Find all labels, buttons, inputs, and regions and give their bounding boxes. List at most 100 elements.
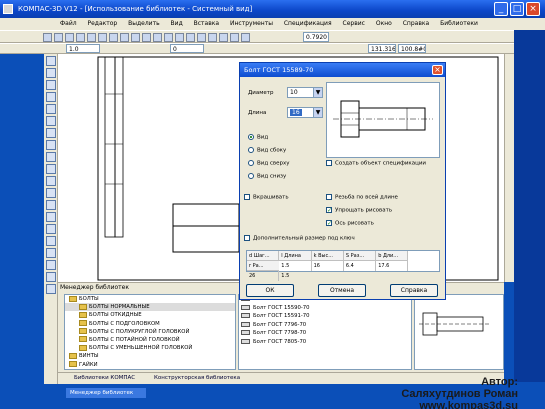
library-tree[interactable]: БОЛТЫ БОЛТЫ НОРМАЛЬНЫЕ БОЛТЫ ОТКИДНЫЕ БО… [64,294,236,370]
cancel-button[interactable]: Отмена [318,284,366,297]
parameters-table[interactable]: d Шаг... l Длина k Выс... S Раз... b Дли… [246,250,440,281]
tree-item[interactable]: БОЛТЫ С ПОЛУКРУГЛОЙ ГОЛОВКОЙ [65,328,235,336]
designations-icon[interactable] [46,80,56,90]
create-spec-checkbox[interactable]: Создать объект спецификации [326,160,426,167]
layer-field[interactable]: 1.0 [66,44,100,53]
dialog-close-button[interactable]: × [432,65,443,75]
polyline-icon[interactable] [46,272,56,282]
tree-item[interactable]: БОЛТЫ С ПОТАЙНОЙ ГОЛОВКОЙ [65,336,235,344]
view-option[interactable]: Вид сверху [248,160,290,167]
parametrization-icon[interactable] [46,104,56,114]
list-item[interactable]: Болт ГОСТ 15591-70 [239,312,411,321]
maximize-button[interactable]: □ [510,2,524,16]
open-icon[interactable] [53,33,63,42]
arc-icon[interactable] [46,212,56,222]
text-icon[interactable] [46,188,56,198]
coord-y-field[interactable]: 100.8#0 [398,44,426,53]
menu-file[interactable]: Файл [60,20,77,27]
menu-service[interactable]: Сервис [343,20,365,27]
library-items-list[interactable]: Болт ГОСТ 15589-70 Болт ГОСТ 15590-70 Бо… [238,294,412,370]
tree-item[interactable]: БОЛТЫ ОТКИДНЫЕ [65,311,235,319]
tighten-checkbox[interactable]: Вкрашивать [244,194,289,201]
reports-icon[interactable] [46,152,56,162]
menu-edit[interactable]: Редактор [88,20,118,27]
new-icon[interactable] [42,33,52,42]
library-icon[interactable] [163,33,173,42]
pan-icon[interactable] [240,33,250,42]
refresh-icon[interactable] [196,33,206,42]
zoom-window-icon[interactable] [229,33,239,42]
zoom-out-icon[interactable] [218,33,228,42]
axis-checkbox[interactable]: ✓ Ось рисовать [326,220,374,227]
tree-item[interactable]: БОЛТЫ С УМЕНЬШЕННОЙ ГОЛОВКОЙ [65,344,235,352]
length-combo[interactable]: 16 ▼ [287,107,323,118]
properties-icon[interactable] [152,33,162,42]
cut-icon[interactable] [86,33,96,42]
tree-item-selected[interactable]: БОЛТЫ НОРМАЛЬНЫЕ [65,303,235,312]
circle-icon[interactable] [46,224,56,234]
dimensions-icon[interactable] [46,68,56,78]
table-cell[interactable]: 6.4 [344,261,377,271]
undo-icon[interactable] [119,33,129,42]
save-icon[interactable] [64,33,74,42]
style-field[interactable]: 0 [170,44,204,53]
zoom-field[interactable]: 0.7920 [303,32,329,42]
minimize-button[interactable]: _ [494,2,508,16]
geometry-icon[interactable] [46,56,56,66]
view-option[interactable]: Вид сбоку [248,147,286,154]
print-icon[interactable] [75,33,85,42]
view-option[interactable]: Вид [248,134,268,141]
list-item[interactable]: Болт ГОСТ 7805-70 [239,338,411,347]
thread-checkbox[interactable]: Резьба по всей длине [326,194,398,201]
library-manager-taskbar-tab[interactable]: Менеджер библиотек [66,388,146,398]
table-cell[interactable]: 26 [247,271,280,281]
list-item[interactable]: Болт ГОСТ 15590-70 [239,304,411,313]
rect-icon[interactable] [46,284,56,294]
tree-item[interactable]: БОЛТЫ [65,295,235,303]
menu-view[interactable]: Вид [171,20,183,27]
layers-icon[interactable] [141,33,151,42]
hatch-icon[interactable] [46,176,56,186]
table-cell[interactable]: 1.5 [279,261,312,271]
view-option[interactable]: Вид снизу [248,173,286,180]
measure-icon[interactable] [46,116,56,126]
menu-window[interactable]: Окно [376,20,392,27]
table-cell[interactable]: 17.6 [376,261,409,271]
extra-size-checkbox[interactable]: Дополнительный размер под ключ [244,235,355,242]
line-icon[interactable] [46,236,56,246]
coord-x-field[interactable]: 131.316 [368,44,396,53]
help-button[interactable]: Справка [390,284,438,297]
menu-help[interactable]: Справка [403,20,429,27]
menu-tools[interactable]: Инструменты [230,20,273,27]
menu-libraries[interactable]: Библиотеки [440,20,478,27]
redo-icon[interactable] [130,33,140,42]
tree-item[interactable]: ВИНТЫ [65,352,235,360]
select-icon[interactable] [46,128,56,138]
list-item[interactable]: Болт ГОСТ 7796-70 [239,321,411,330]
table-cell[interactable]: 16 [312,261,344,271]
tree-item[interactable]: БОЛТЫ С ПОДГОЛОВКОМ [65,320,235,328]
spec-icon[interactable] [46,140,56,150]
tab-design-library[interactable]: Конструкторская библиотека [144,374,244,383]
table-icon[interactable] [46,200,56,210]
diameter-combo[interactable]: 10 ▼ [287,87,323,98]
menu-specification[interactable]: Спецификация [284,20,332,27]
list-item[interactable]: Болт ГОСТ 7798-70 [239,329,411,338]
help-icon[interactable] [185,33,195,42]
ok-button[interactable]: ОК [246,284,294,297]
zoom-in-icon[interactable] [207,33,217,42]
vertical-scrollbar[interactable] [504,54,514,282]
table-cell[interactable]: 1.5 [279,271,311,281]
edit-icon[interactable] [46,92,56,102]
tree-item[interactable]: ГАЙКИ [65,361,235,369]
variables-icon[interactable] [174,33,184,42]
point-icon[interactable] [46,248,56,258]
tab-kompas-libraries[interactable]: Библиотеки КОМПАС [64,374,142,383]
paste-icon[interactable] [108,33,118,42]
menu-select[interactable]: Выделить [128,20,159,27]
copy-icon[interactable] [97,33,107,42]
menu-insert[interactable]: Вставка [194,20,219,27]
spline-icon[interactable] [46,260,56,270]
close-button[interactable]: × [526,2,540,16]
insert-icon[interactable] [46,164,56,174]
